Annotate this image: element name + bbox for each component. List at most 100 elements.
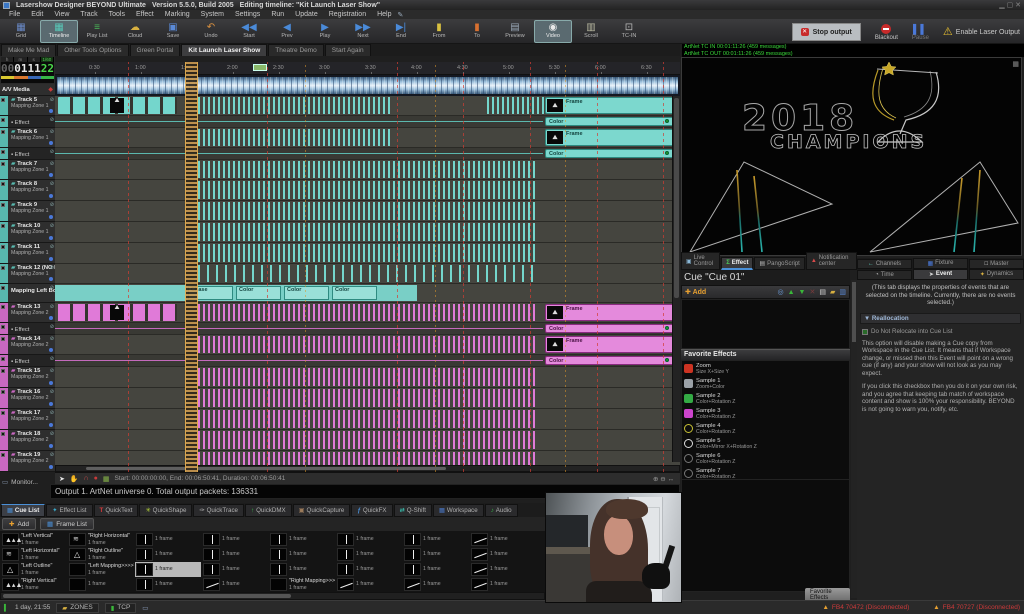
disable-icon[interactable]: ⊘	[50, 389, 54, 395]
toolbar-prev-button[interactable]: ◀Prev	[268, 20, 306, 43]
disable-icon[interactable]: ⊘	[50, 244, 54, 250]
disable-icon[interactable]: ⊘	[50, 181, 54, 187]
track-header[interactable]: ▰ Track 12 (NO BE..Mapping Zone 1⊘	[0, 264, 55, 284]
preview-grid-icon[interactable]: ▦	[1012, 60, 1019, 68]
color-clip[interactable]: Color▸	[545, 356, 678, 365]
menu-system[interactable]: System	[196, 11, 229, 18]
favorite-effect-item[interactable]: Sample 3Color+Rotation Z	[682, 406, 849, 421]
menu-effect[interactable]: Effect	[131, 11, 159, 18]
disable-icon[interactable]: ⊘	[50, 336, 54, 342]
track-header[interactable]: ▰ Track 18Mapping Zone 2⊘	[0, 430, 55, 451]
toolbar-play-list-button[interactable]: ≡Play List	[78, 20, 116, 43]
track-checkbox[interactable]	[1, 357, 5, 361]
cue-cell[interactable]: "Right Mapping>>>>"1 frame	[269, 577, 335, 592]
magnet-snap-icon[interactable]: ∩	[84, 475, 89, 482]
zone-dot[interactable]	[49, 257, 53, 261]
bottom-tab-quickdmx[interactable]: ↑QuickDMX	[245, 504, 292, 517]
reallocation-section-header[interactable]: ▼ Reallocation	[860, 313, 1021, 325]
zone-dot[interactable]	[49, 236, 53, 240]
search-icon[interactable]: ◎	[778, 288, 784, 296]
cue-grid-hscrollbar[interactable]	[0, 592, 545, 600]
bottom-tab-audio[interactable]: ♪Audio	[485, 504, 518, 517]
favorite-effect-item[interactable]: Sample 1Zoom+Color	[682, 376, 849, 391]
effect-lane[interactable]: Color▸	[55, 323, 680, 335]
effect-row-header[interactable]: ▪ Effect⊘	[0, 116, 55, 128]
tab-master[interactable]: □Master	[969, 259, 1024, 269]
cue-cell[interactable]: "Left Mapping>>>>"1 frame	[68, 562, 134, 577]
tab-notification-center[interactable]: ▲Notification center	[806, 252, 857, 270]
clip-enable-dot[interactable]	[665, 358, 669, 362]
color-clip[interactable]: Color▸	[545, 324, 678, 333]
cue-cell[interactable]: ≋"Left Horizontal"1 frame	[1, 547, 67, 562]
menu-view[interactable]: View	[49, 11, 74, 18]
effect-row-header[interactable]: ▪ Effect⊘	[0, 355, 55, 367]
toolbar-from-button[interactable]: ▮From	[420, 20, 458, 43]
track-checkbox[interactable]	[1, 150, 5, 154]
zone-dot[interactable]	[49, 316, 53, 320]
blackout-button[interactable]: Blackout	[875, 24, 898, 41]
disable-icon[interactable]: ⊘	[50, 117, 54, 123]
track-checkbox[interactable]	[1, 337, 5, 341]
track-header[interactable]: ▰ Track 15Mapping Zone 2⊘	[0, 367, 55, 388]
track-lane[interactable]	[55, 180, 680, 201]
cue-cell[interactable]: 1 frame	[68, 577, 134, 592]
cue-cell[interactable]: 1 frame	[202, 547, 268, 562]
bottom-tab-quicktext[interactable]: TQuickText	[94, 504, 139, 517]
frame-clip[interactable]: ⛰Frame	[545, 129, 678, 146]
menu-marking[interactable]: Marking	[160, 11, 195, 18]
cue-cell[interactable]: 1 frame	[269, 562, 335, 577]
bottom-tab-q-shift[interactable]: ⇄Q-Shift	[394, 504, 432, 517]
track-lane[interactable]	[55, 243, 680, 264]
color-clip[interactable]: Color▸	[545, 117, 678, 126]
cue-grid-hscroll-thumb[interactable]	[3, 594, 291, 598]
track-checkbox[interactable]	[1, 390, 5, 394]
track-checkbox[interactable]	[1, 432, 5, 436]
favorite-effect-item[interactable]: Sample 5Color+Mirror X+Rotation Z	[682, 436, 849, 451]
clip-barcode[interactable]	[198, 431, 535, 449]
tab-live-control[interactable]: ▣Live Control	[681, 252, 720, 270]
disable-icon[interactable]: ⊘	[50, 410, 54, 416]
bottom-tab-quicktrace[interactable]: ✑QuickTrace	[193, 504, 244, 517]
cue-cell[interactable]: 1 frame	[336, 577, 402, 592]
disable-icon[interactable]: ⊘	[50, 97, 54, 103]
track-checkbox[interactable]	[1, 266, 5, 270]
track-lane[interactable]	[55, 367, 680, 388]
track-lane[interactable]	[55, 409, 680, 430]
disable-icon[interactable]: ⊘	[50, 149, 54, 155]
cue-add-button[interactable]: ✚ Add	[685, 288, 706, 296]
mapping-clip[interactable]: Color	[332, 286, 377, 300]
disable-icon[interactable]: ⊘	[50, 129, 54, 135]
mapping-clip[interactable]: Color	[284, 286, 329, 300]
cue-cell[interactable]: △"Left Outline"1 frame	[1, 562, 67, 577]
disable-icon[interactable]: ⊘	[50, 161, 54, 167]
track-lane[interactable]: ⛰⛰Frame	[55, 96, 680, 116]
toolbar-preview-button[interactable]: ▤Preview	[496, 20, 534, 43]
track-checkbox[interactable]	[1, 305, 5, 309]
zones-button[interactable]: ▰ZONES	[56, 603, 98, 613]
clip-barcode[interactable]	[198, 389, 535, 407]
track-header[interactable]: ▰ Track 16Mapping Zone 2⊘	[0, 388, 55, 409]
menu-file[interactable]: File	[4, 11, 25, 18]
disable-icon[interactable]: ⊘	[50, 285, 54, 291]
track-checkbox[interactable]	[1, 411, 5, 415]
display-icon[interactable]: ▭	[142, 604, 148, 612]
record-marker-icon[interactable]: ●	[94, 475, 98, 482]
favorite-effect-item[interactable]: Sample 4Color+Rotation Z	[682, 421, 849, 436]
zone-dot[interactable]	[49, 444, 53, 448]
move-up-icon[interactable]: ▲	[788, 289, 795, 296]
zone-dot[interactable]	[49, 402, 53, 406]
track-header[interactable]: ▰ Track 13Mapping Zone 2⊘	[0, 303, 55, 323]
bottom-tab-workspace[interactable]: ▦Workspace	[433, 504, 484, 517]
timeline-tab[interactable]: Start Again	[325, 44, 371, 56]
clip-barcode[interactable]	[487, 97, 545, 114]
tcp-button[interactable]: ▮TCP	[105, 603, 137, 613]
cue-cell[interactable]: 1 frame	[135, 577, 201, 592]
menu-edit[interactable]: Edit	[26, 11, 48, 18]
disable-icon[interactable]: ⊘	[50, 324, 54, 330]
disable-icon[interactable]: ⊘	[50, 304, 54, 310]
color-clip[interactable]: Color▸	[545, 149, 678, 158]
laser-preview-window[interactable]: ▦ 2018 CHAMPIONS	[681, 57, 1022, 256]
track-checkbox[interactable]	[1, 203, 5, 207]
cue-cell[interactable]: 1 frame	[470, 532, 536, 547]
document-icon[interactable]: ▤	[819, 288, 826, 296]
